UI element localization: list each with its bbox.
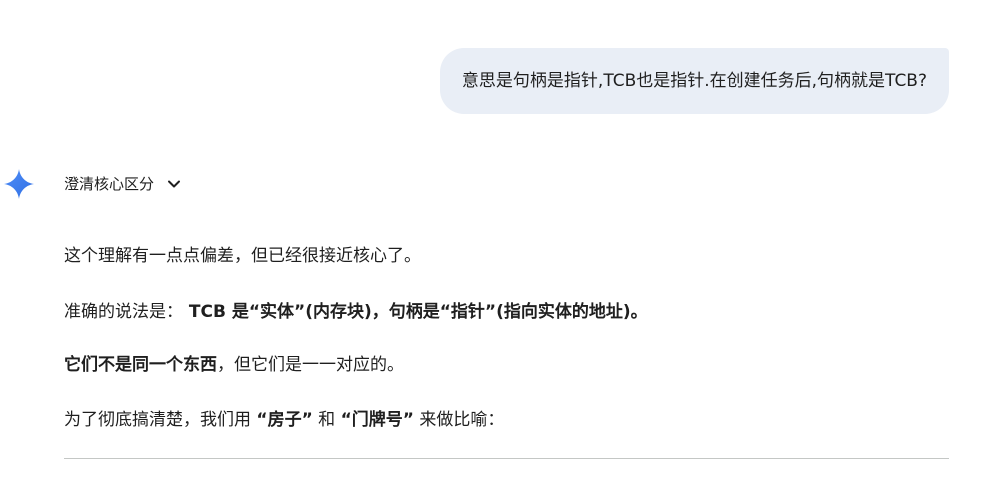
text-segment: 和	[312, 410, 341, 430]
bold-text-segment: “房子”	[256, 410, 313, 430]
response-paragraph: 它们不是同一个东西，但它们是一一对应的。	[64, 353, 404, 377]
chevron-down-icon	[168, 180, 181, 188]
text-segment: 来做比喻：	[413, 410, 505, 430]
text-segment: 为了彻底搞清楚，我们用	[64, 410, 257, 430]
horizontal-divider	[64, 458, 949, 459]
thinking-label: 澄清核心区分	[64, 175, 155, 193]
bold-text-segment: 它们不是同一个东西	[64, 355, 217, 375]
text-segment: 这个理解有一点点偏差，但已经很接近核心了。	[64, 246, 421, 266]
text-segment: ，但它们是一一对应的。	[217, 355, 404, 375]
user-message-bubble: 意思是句柄是指针,TCB也是指针.在创建任务后,句柄就是TCB?	[439, 48, 949, 114]
text-segment: 准确的说法是：	[64, 302, 183, 322]
user-message-text: 意思是句柄是指针,TCB也是指针.在创建任务后,句柄就是TCB?	[461, 71, 927, 91]
response-paragraph: 为了彻底搞清楚，我们用 “房子” 和 “门牌号” 来做比喻：	[64, 408, 504, 432]
response-paragraph: 准确的说法是： TCB 是“实体”(内存块)，句柄是“指针”(指向实体的地址)。	[64, 300, 648, 324]
response-paragraph: 这个理解有一点点偏差，但已经很接近核心了。	[64, 244, 421, 268]
show-thinking-toggle[interactable]: 澄清核心区分	[64, 172, 182, 196]
bold-text-segment: TCB 是“实体”(内存块)，句柄是“指针”(指向实体的地址)。	[183, 302, 648, 322]
gemini-spark-icon	[4, 169, 34, 199]
bold-text-segment: “门牌号”	[340, 410, 414, 430]
